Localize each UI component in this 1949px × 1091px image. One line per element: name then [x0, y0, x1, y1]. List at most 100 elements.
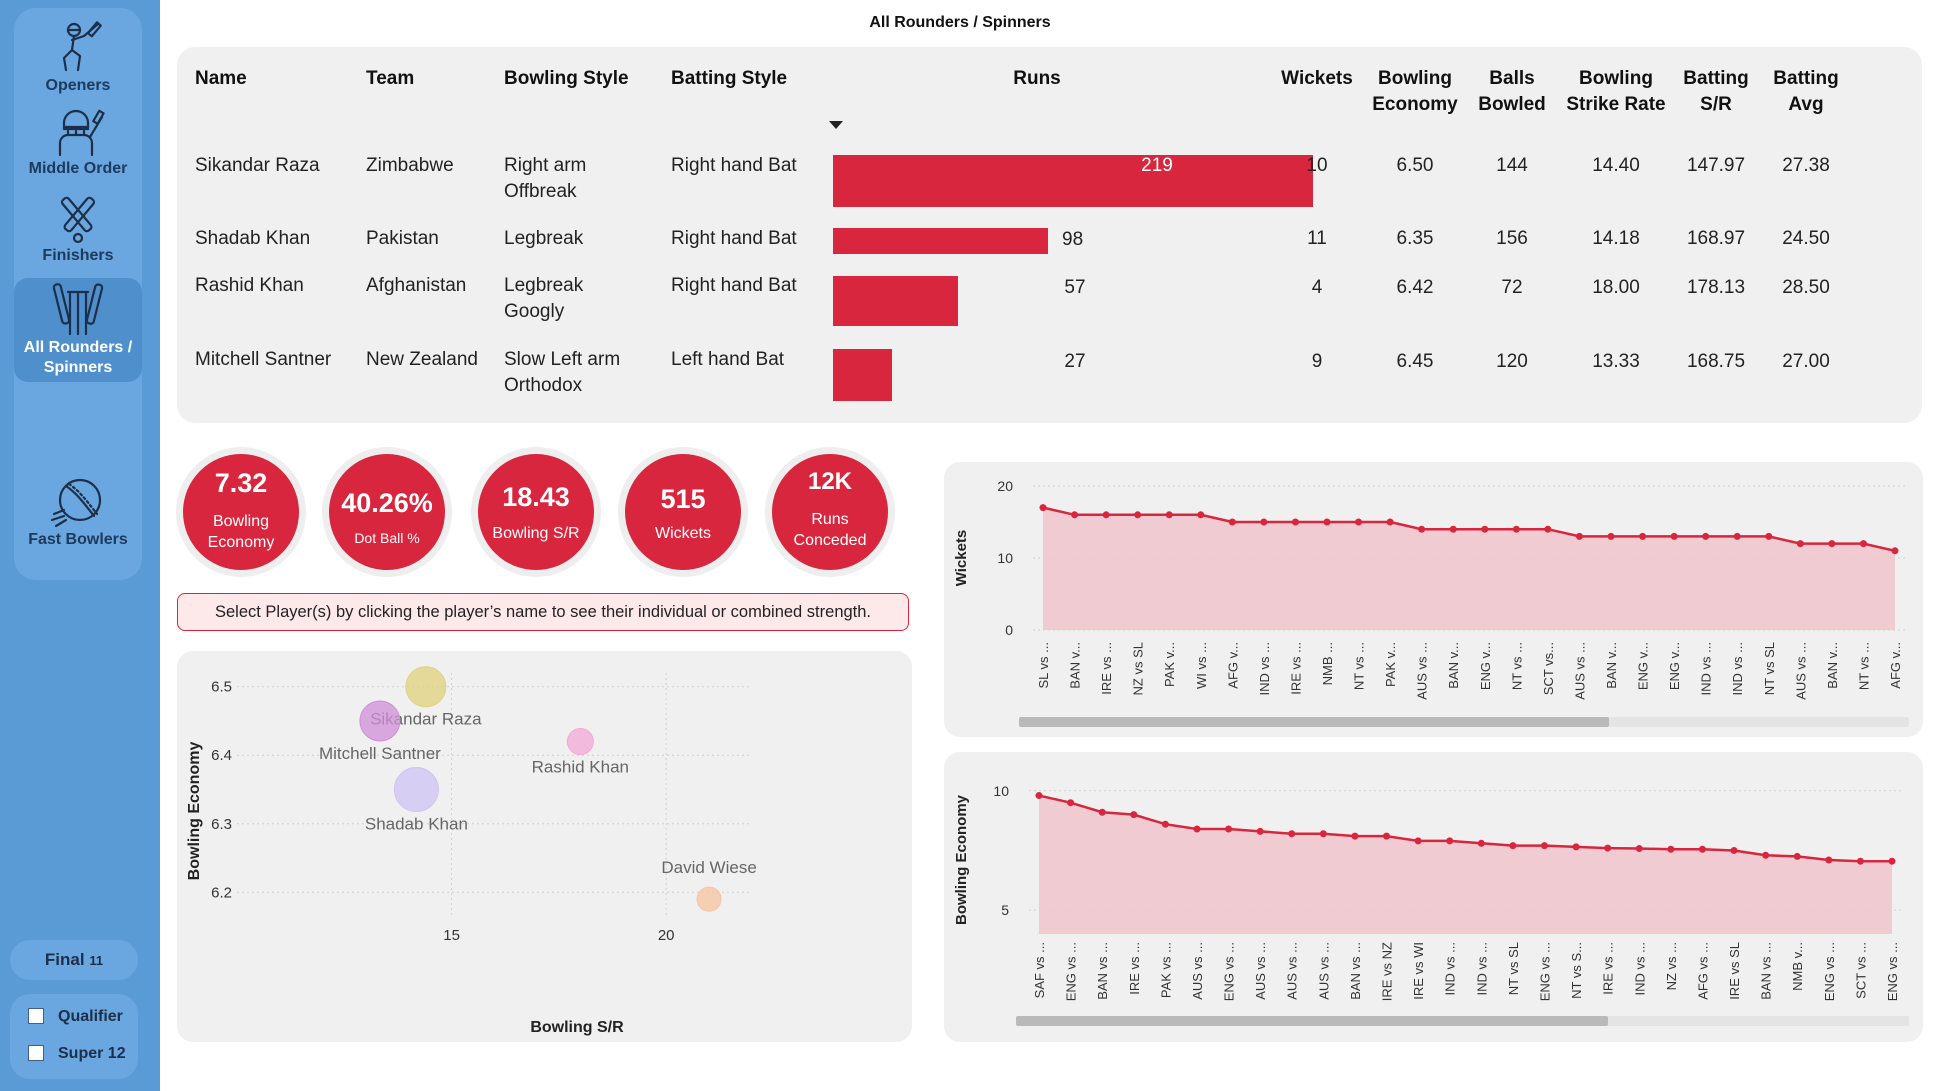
player-name[interactable]: Rashid Khan: [195, 273, 304, 299]
header-line: Avg: [1788, 94, 1824, 115]
header-name[interactable]: Name: [195, 66, 247, 92]
nav-openers[interactable]: Openers: [14, 20, 142, 96]
header-line: Bowled: [1478, 94, 1546, 115]
x-tick-label: NT vs ...: [1352, 642, 1367, 690]
sidebar: Openers Middle Order Finishers All Round…: [0, 0, 160, 1091]
header-line: Strike Rate: [1566, 94, 1666, 115]
kpi-label: Dot Ball %: [354, 530, 420, 546]
bowling-style: Right arm Offbreak: [504, 153, 586, 205]
scatter-point: [566, 728, 594, 756]
filter-super-12[interactable]: Super 12: [28, 1045, 126, 1063]
economy-chart-card: 5 10 SAF vs ... ENG vs ... BAN vs ... IRE vs …: [944, 752, 1923, 1042]
x-tick-label: PAK vs ...: [1158, 942, 1173, 998]
x-tick-label: IND vs ...: [1632, 942, 1647, 995]
x-tick-label: IND vs ...: [1699, 642, 1714, 695]
data-point: [1828, 540, 1836, 548]
data-point: [1071, 511, 1079, 519]
players-table: Name Team Bowling Style Batting Style Ru…: [177, 47, 1922, 423]
header-line: S/R: [1700, 94, 1732, 115]
player-name[interactable]: Mitchell Santner: [195, 347, 331, 373]
data-point: [1859, 540, 1867, 548]
data-point: [1098, 808, 1106, 816]
x-tick-label: IRE vs SL: [1727, 942, 1742, 1000]
x-tick-label: NT vs ...: [1856, 642, 1871, 690]
data-point: [1351, 832, 1359, 840]
nav-finishers[interactable]: Finishers: [14, 190, 142, 266]
x-tick-label: NZ vs SL: [1131, 642, 1146, 695]
y-tick-label: 6.2: [211, 884, 232, 901]
stage-filter-list: Qualifier Super 12: [10, 994, 138, 1079]
checkbox[interactable]: [28, 1008, 44, 1024]
data-point: [1102, 511, 1110, 519]
scrollbar-thumb[interactable]: [1016, 1016, 1608, 1026]
strike-rate-value: 14.18: [1592, 228, 1640, 249]
cricket-ball-icon: [50, 478, 102, 528]
y-axis-label: Bowling Economy: [953, 794, 970, 925]
data-point: [1512, 525, 1520, 533]
x-tick-label: SCT vs...: [1541, 642, 1556, 695]
header-batting-style[interactable]: Batting Style: [671, 66, 787, 92]
player-name[interactable]: Sikandar Raza: [195, 153, 320, 179]
scrollbar-thumb[interactable]: [1019, 717, 1609, 727]
kpi-label: Bowling S/R: [492, 525, 580, 542]
kpi-label: Wickets: [655, 525, 711, 542]
x-tick-label: ENG vs ...: [1064, 942, 1079, 1001]
x-tick-label: NMB v...: [1790, 942, 1805, 991]
x-tick-label: SCT vs ...: [1853, 942, 1868, 999]
x-tick-label: NT vs SL: [1506, 942, 1521, 995]
header-team[interactable]: Team: [366, 66, 414, 92]
runs-value: 98: [1062, 229, 1084, 250]
batsman-helmet-icon: [58, 109, 105, 157]
x-tick-label: PAK v...: [1383, 642, 1398, 687]
player-name[interactable]: Shadab Khan: [195, 226, 310, 252]
nav-fast-bowlers[interactable]: Fast Bowlers: [14, 474, 142, 550]
kpi-label: Economy: [207, 534, 275, 551]
x-tick-label: AFG v...: [1225, 642, 1240, 689]
header-bowling-style[interactable]: Bowling Style: [504, 66, 629, 92]
batting-avg-value: 27.00: [1782, 351, 1830, 372]
batting-sr-value: 168.97: [1686, 228, 1746, 249]
nav-all-rounders[interactable]: All Rounders / Spinners: [14, 278, 142, 382]
data-point: [1383, 832, 1391, 840]
checkbox[interactable]: [28, 1045, 44, 1061]
economy-area-chart: 5 10 SAF vs ... ENG vs ... BAN vs ... IRE vs …: [953, 783, 1902, 1001]
kpi-wickets: 515 Wickets: [625, 454, 741, 570]
horizontal-scrollbar[interactable]: [1016, 1016, 1909, 1026]
header-batting-avg[interactable]: Batting Avg: [1756, 66, 1856, 118]
data-point: [1540, 842, 1548, 850]
data-point: [1762, 851, 1770, 859]
nav-middle-order[interactable]: Middle Order: [14, 103, 142, 179]
horizontal-scrollbar[interactable]: [1019, 717, 1909, 727]
x-tick-label: NT vs S...: [1569, 942, 1584, 999]
header-batting-sr[interactable]: Batting S/R: [1666, 66, 1766, 118]
filter-qualifier[interactable]: Qualifier: [28, 1008, 123, 1026]
runs-bar: [833, 155, 1313, 207]
x-tick-label: 15: [443, 927, 460, 944]
y-tick-label: 6.4: [211, 747, 232, 764]
x-tick-label: AUS vs ...: [1190, 942, 1205, 1000]
strike-rate-value: 18.00: [1592, 277, 1640, 298]
y-tick-label: 10: [993, 783, 1009, 799]
header-strike-rate[interactable]: Bowling Strike Rate: [1551, 66, 1681, 118]
x-tick-label: AUS vs ...: [1316, 942, 1331, 1000]
player-team: Afghanistan: [366, 275, 467, 296]
final-filter-button[interactable]: Final 11: [10, 940, 138, 980]
area-fill: [1043, 507, 1895, 630]
bowling-style: Legbreak: [504, 226, 583, 252]
x-axis-label: Bowling S/R: [530, 1019, 624, 1036]
x-tick-label: IRE vs NZ: [1380, 942, 1395, 1001]
data-point: [1165, 511, 1173, 519]
wickets-value: 10: [1306, 155, 1328, 176]
data-point: [1134, 511, 1142, 519]
batting-sr-value: 147.97: [1686, 155, 1746, 176]
batting-sr-value: 178.13: [1686, 277, 1746, 298]
data-point: [1481, 525, 1489, 533]
header-runs[interactable]: Runs: [917, 66, 1157, 92]
scatter-point: [405, 666, 447, 708]
player-team: Zimbabwe: [366, 155, 454, 176]
data-point: [1730, 846, 1738, 854]
sort-desc-icon[interactable]: [829, 121, 843, 129]
x-tick-label: AUS vs ...: [1285, 942, 1300, 1000]
kpi-value: 12K: [807, 468, 853, 495]
y-tick-label: 6.5: [211, 679, 232, 696]
